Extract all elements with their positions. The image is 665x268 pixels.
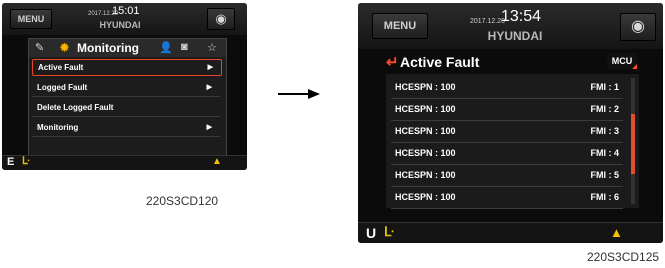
mcu-selector[interactable]: MCU: [607, 53, 637, 69]
fault-code: HCESPN : 100: [395, 192, 456, 202]
tab-monitoring[interactable]: Monitoring: [77, 41, 139, 55]
fault-code: HCESPN : 100: [395, 104, 456, 114]
power-mode-indicator: U: [366, 225, 377, 241]
top-bar: MENU 2017.12.20 15:01 HYUNDAI ◉: [2, 3, 247, 35]
dropdown-corner-icon: [632, 64, 637, 69]
bottom-status-bar: E ᒷ ▲: [2, 155, 247, 170]
menu-item-monitoring[interactable]: Monitoring ▶: [32, 119, 220, 137]
fault-row[interactable]: HCESPN : 100 FMI : 1: [391, 76, 623, 99]
fault-row[interactable]: HCESPN : 100 FMI : 4: [391, 142, 623, 165]
monitoring-screen: MENU 2017.12.20 15:01 HYUNDAI ◉ ✎ ✹ Moni…: [2, 3, 247, 170]
hand-icon: ᒷ: [22, 156, 30, 167]
menu-item-label: Active Fault: [38, 63, 84, 72]
arrow-right-icon: ▶: [206, 84, 212, 91]
menu-item-label: Delete Logged Fault: [37, 103, 114, 112]
fault-row[interactable]: HCESPN : 100 FMI : 5: [391, 164, 623, 187]
arrow-right-icon: [278, 89, 320, 99]
menu-button[interactable]: MENU: [10, 9, 52, 29]
back-arrow-icon[interactable]: ↵: [386, 53, 399, 71]
fault-row[interactable]: HCESPN : 100 FMI : 2: [391, 98, 623, 121]
hand-icon: ᒷ: [384, 224, 394, 239]
fault-list: HCESPN : 100 FMI : 1 HCESPN : 100 FMI : …: [386, 74, 639, 209]
brand-label: HYUNDAI: [99, 20, 141, 30]
fault-code: HCESPN : 100: [395, 82, 456, 92]
brand-label: HYUNDAI: [487, 29, 543, 43]
fault-row[interactable]: HCESPN : 100 FMI : 6: [391, 186, 623, 209]
power-mode-indicator: E: [7, 156, 15, 168]
clock-time: 13:54: [501, 8, 542, 25]
bottom-status-bar: U ᒷ ▲: [358, 222, 663, 243]
fault-row[interactable]: HCESPN : 100 FMI : 3: [391, 120, 623, 143]
tab-person-icon[interactable]: 👤: [159, 41, 173, 54]
clock-time: 15:01: [112, 5, 140, 17]
tab-camera-icon[interactable]: ◙: [181, 41, 188, 53]
top-bar: MENU 2017.12.20 13:54 HYUNDAI ◉: [358, 3, 663, 49]
fault-code: HCESPN : 100: [395, 170, 456, 180]
figure-caption: 220S3CD120: [146, 194, 219, 208]
arrow-right-icon: ▶: [207, 64, 213, 71]
turtle-icon: ▲: [610, 225, 623, 240]
menu-item-active-fault[interactable]: Active Fault ▶: [32, 59, 222, 76]
fault-code: HCESPN : 100: [395, 126, 456, 136]
fault-fmi: FMI : 1: [590, 82, 620, 92]
tab-hand-icon[interactable]: ✎: [35, 41, 44, 54]
settings-dial-icon[interactable]: ◉: [620, 13, 656, 41]
menu-item-delete-logged-fault[interactable]: Delete Logged Fault: [32, 99, 220, 117]
fault-fmi: FMI : 5: [590, 170, 620, 180]
fault-code: HCESPN : 100: [395, 148, 456, 158]
menu-item-logged-fault[interactable]: Logged Fault ▶: [32, 79, 220, 97]
fault-fmi: FMI : 6: [590, 192, 620, 202]
tab-star-icon[interactable]: ☆: [207, 41, 217, 54]
figure-caption: 220S3CD125: [587, 250, 660, 264]
fault-fmi: FMI : 4: [590, 148, 620, 158]
date-label: 2017.12.20: [470, 18, 506, 25]
fault-fmi: FMI : 3: [590, 126, 620, 136]
page-header: ↵ Active Fault MCU: [386, 53, 639, 73]
settings-dial-icon[interactable]: ◉: [207, 8, 235, 30]
arrow-right-icon: ▶: [206, 124, 212, 131]
page-title: Active Fault: [400, 54, 480, 70]
monitoring-gear-icon[interactable]: ✹: [59, 40, 70, 56]
scrollbar-thumb[interactable]: [631, 114, 635, 174]
tab-bar: ✎ ✹ Monitoring 👤 ◙ ☆: [29, 39, 226, 57]
turtle-icon: ▲: [212, 156, 222, 167]
monitoring-panel: ✎ ✹ Monitoring 👤 ◙ ☆ Active Fault ▶ Logg…: [28, 38, 227, 157]
mcu-label: MCU: [611, 56, 633, 66]
active-fault-screen: MENU 2017.12.20 13:54 HYUNDAI ◉ ↵ Active…: [358, 3, 663, 243]
menu-item-label: Monitoring: [37, 123, 79, 132]
menu-item-label: Logged Fault: [37, 83, 88, 92]
menu-button[interactable]: MENU: [372, 13, 428, 39]
fault-fmi: FMI : 2: [590, 104, 620, 114]
